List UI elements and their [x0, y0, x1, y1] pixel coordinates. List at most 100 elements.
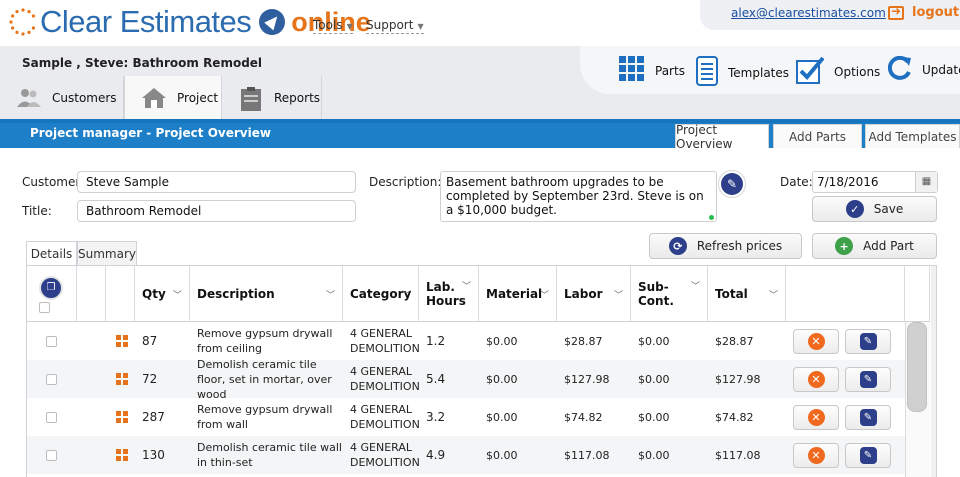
cell-category: 4 GENERAL DEMOLITION	[350, 327, 420, 355]
header-category[interactable]: Category ﹀	[343, 266, 419, 322]
cell-category: 4 GENERAL DEMOLITION	[350, 403, 420, 431]
support-menu[interactable]: Support ▼	[366, 18, 424, 34]
refresh-prices-button[interactable]: ⟳ Refresh prices	[649, 233, 802, 259]
refresh-prices-label: Refresh prices	[696, 239, 783, 253]
delete-row-button[interactable]: ✕	[793, 367, 839, 392]
delete-row-button[interactable]: ✕	[793, 443, 839, 468]
edit-row-button[interactable]: ✎	[845, 367, 891, 392]
delete-icon: ✕	[807, 333, 825, 350]
header-description[interactable]: Description ﹀	[190, 266, 343, 322]
cell-subcont: $0.00	[638, 334, 670, 348]
clipboard-icon	[238, 86, 264, 111]
templates-tool[interactable]: Templates	[696, 56, 789, 89]
customer-field[interactable]: Steve Sample	[77, 171, 356, 193]
row-checkbox[interactable]	[46, 373, 57, 385]
drag-handle-icon[interactable]	[116, 448, 129, 462]
header-total[interactable]: Total ﹀	[708, 266, 786, 322]
cell-total: $127.98	[715, 372, 761, 386]
tools-menu[interactable]: Tools ▼	[313, 18, 353, 34]
title-field[interactable]: Bathroom Remodel	[77, 200, 356, 222]
cell-description: Remove gypsum drywall from ceiling	[197, 327, 333, 355]
calendar-icon[interactable]: ▦	[915, 172, 937, 192]
add-plus-icon: +	[835, 237, 854, 255]
edit-description-button[interactable]: ✎	[718, 170, 746, 198]
cell-total: $74.82	[715, 410, 754, 424]
add-part-button[interactable]: + Add Part	[812, 233, 937, 259]
tools-menu-label: Tools	[313, 18, 343, 32]
delete-row-button[interactable]: ✕	[793, 329, 839, 354]
header-description-label: Description	[197, 287, 275, 301]
header-lab-hours[interactable]: Lab. Hours ﹀	[419, 266, 479, 322]
header-material[interactable]: Material ﹀	[479, 266, 557, 322]
table-row: 130 Demolish ceramic tile wall in thin-s…	[27, 436, 905, 474]
cell-category: 4 GENERAL DEMOLITION	[350, 441, 420, 469]
tab-summary-label: Summary	[78, 247, 136, 261]
header-labor[interactable]: Labor ﹀	[557, 266, 631, 322]
delete-row-button[interactable]: ✕	[793, 405, 839, 430]
header-lab-hours-label: Lab. Hours	[426, 280, 466, 308]
save-label: Save	[873, 202, 904, 216]
row-checkbox[interactable]	[46, 411, 57, 423]
logout-label: logout	[912, 5, 960, 20]
save-button[interactable]: ✓ Save	[812, 196, 937, 222]
title-value: Bathroom Remodel	[86, 204, 202, 218]
cell-material: $0.00	[486, 410, 518, 424]
cell-labor: $28.87	[564, 334, 603, 348]
tab-add-parts[interactable]: Add Parts	[773, 124, 862, 148]
select-all-icon[interactable]: ❐	[39, 275, 63, 300]
select-all-checkbox[interactable]	[39, 301, 50, 313]
logo-clear-estimates: Clear Estimates	[40, 4, 252, 39]
logout-button[interactable]: logout	[888, 4, 960, 20]
edit-icon: ✎	[859, 333, 877, 350]
cell-qty: 72	[142, 371, 158, 386]
edit-row-button[interactable]: ✎	[845, 329, 891, 354]
chevron-down-icon: ﹀	[461, 282, 471, 292]
nav-reports[interactable]: Reports	[222, 76, 322, 119]
parts-grid-icon	[619, 56, 645, 85]
tab-add-templates[interactable]: Add Templates	[865, 124, 960, 148]
customer-value: Steve Sample	[86, 175, 169, 189]
header-subcont[interactable]: Sub-Cont. ﹀	[631, 266, 708, 322]
nav-project-label: Project	[177, 90, 219, 105]
cell-material: $0.00	[486, 372, 518, 386]
header-qty-label: Qty	[142, 287, 166, 301]
account-email-link[interactable]: alex@clearestimates.com	[731, 6, 886, 20]
description-field[interactable]: Basement bathroom upgrades to be complet…	[440, 171, 717, 222]
row-checkbox[interactable]	[46, 449, 57, 461]
chevron-down-icon: ﹀	[325, 290, 335, 301]
nav-project[interactable]: Project	[124, 76, 222, 119]
parts-tool[interactable]: Parts	[619, 56, 685, 85]
tab-add-parts-label: Add Parts	[789, 129, 846, 144]
edit-row-button[interactable]: ✎	[845, 405, 891, 430]
scrollbar-thumb[interactable]	[907, 322, 927, 412]
drag-handle-cell	[109, 436, 129, 474]
cell-qty: 87	[142, 333, 158, 348]
row-checkbox-cell	[39, 436, 57, 474]
page-scrollbar[interactable]	[931, 266, 936, 477]
header-drag	[106, 266, 135, 322]
pencil-icon: ✎	[721, 173, 743, 195]
nav-customers[interactable]: Customers	[0, 76, 124, 119]
options-checkbox-icon	[796, 56, 825, 87]
chevron-down-icon: ﹀	[613, 290, 623, 301]
tab-summary[interactable]: Summary	[77, 241, 137, 266]
tab-project-overview[interactable]: Project Overview	[675, 123, 769, 151]
row-checkbox[interactable]	[46, 335, 57, 347]
nav-customers-label: Customers	[52, 90, 117, 105]
drag-handle-icon[interactable]	[116, 410, 129, 424]
tab-details[interactable]: Details	[26, 241, 77, 266]
table-header: ❐ Qty ﹀ Description ﹀ Category ﹀ Lab. Hours…	[27, 266, 930, 322]
nav-reports-label: Reports	[274, 90, 321, 105]
header-qty[interactable]: Qty ﹀	[135, 266, 190, 322]
header-labor-label: Labor	[564, 287, 603, 301]
sun-logo-icon	[8, 7, 38, 37]
drag-handle-icon[interactable]	[116, 372, 129, 386]
date-field[interactable]: 7/18/2016 ▦	[812, 171, 938, 193]
edit-icon: ✎	[859, 371, 877, 388]
drag-handle-cell	[109, 322, 129, 360]
main-nav: Customers Project Reports	[0, 76, 322, 119]
edit-row-button[interactable]: ✎	[845, 443, 891, 468]
update-tool[interactable]: Update	[887, 55, 960, 83]
options-tool[interactable]: Options	[796, 56, 880, 87]
drag-handle-icon[interactable]	[116, 334, 129, 348]
